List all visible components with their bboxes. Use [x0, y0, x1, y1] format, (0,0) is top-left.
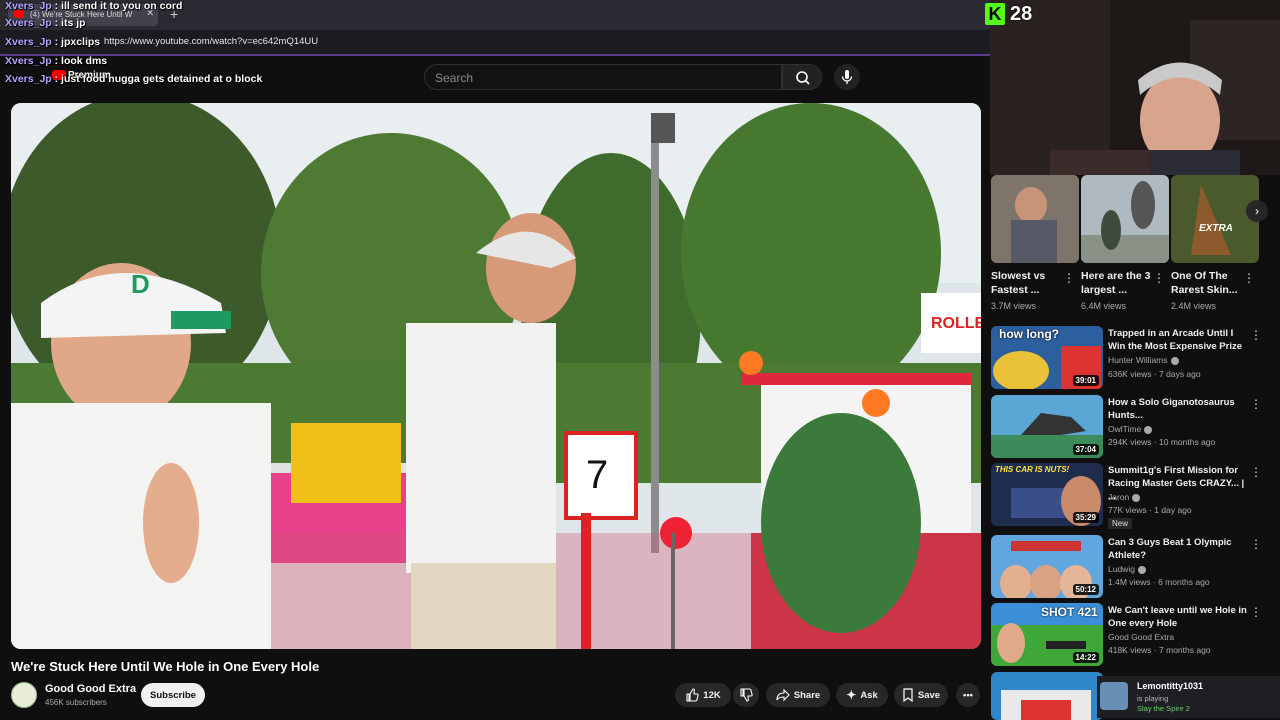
svg-text:D: D: [131, 269, 150, 299]
thumbs-down-icon: [740, 688, 753, 702]
video-thumbnail[interactable]: 37:04: [991, 395, 1103, 458]
video-meta: 418K views · 7 months ago: [1108, 645, 1211, 655]
search-input[interactable]: Search: [424, 64, 782, 90]
video-meta: 1.4M views · 6 months ago: [1108, 577, 1210, 587]
channel-name[interactable]: Hunter Williams: [1108, 355, 1179, 365]
viewer-count: 28: [1010, 3, 1033, 25]
video-duration: 37:04: [1072, 444, 1099, 455]
chat-message: Xvers_Jp : ill send it to you on cord: [5, 0, 183, 12]
video-meta: 636K views · 7 days ago: [1108, 369, 1201, 379]
share-button[interactable]: Share: [766, 683, 830, 707]
video-thumbnail[interactable]: [991, 672, 1103, 720]
url-text[interactable]: https://www.youtube.com/watch?v=ec642mQ1…: [104, 36, 318, 47]
chat-message: Xvers_Jp : look dms: [5, 55, 108, 67]
video-thumbnail[interactable]: THIS CAR IS NUTS! 35:29: [991, 463, 1103, 526]
webcam-image: [990, 0, 1280, 175]
short-views: 6.4M views: [1081, 301, 1127, 311]
game-cover-image: [1100, 682, 1128, 710]
save-button[interactable]: Save: [894, 683, 948, 707]
more-vertical-icon[interactable]: ⋮: [1250, 605, 1262, 619]
more-vertical-icon[interactable]: ⋮: [1250, 397, 1262, 411]
sparkle-icon: ✦: [846, 688, 857, 702]
webcam-feed: [990, 0, 1280, 175]
discord-status: is playing: [1137, 694, 1169, 703]
chat-message: Xvers_Jp : jpxclips: [5, 36, 101, 48]
channel-name[interactable]: Ludwig: [1108, 564, 1146, 574]
verified-icon: [1144, 425, 1153, 434]
hole-sign-number: 7: [586, 453, 608, 497]
voice-search-button[interactable]: [834, 64, 860, 90]
search-button[interactable]: [782, 64, 822, 90]
verified-icon: [1170, 356, 1179, 365]
short-thumbnail[interactable]: [991, 175, 1079, 263]
verified-icon: [1132, 493, 1141, 502]
short-thumbnail[interactable]: EXTRA: [1171, 175, 1259, 263]
video-frame: ROLLE COASTE D 7: [11, 103, 981, 649]
short-title[interactable]: Slowest vs Fastest ...: [991, 269, 1063, 297]
thumbnail-text: SHOT 421: [1041, 605, 1098, 619]
video-duration: 14:22: [1072, 652, 1099, 663]
video-thumbnail[interactable]: SHOT 421 14:22: [991, 603, 1103, 666]
discord-username: Lemontitty1031: [1137, 681, 1204, 691]
banner-text: ROLLE COASTE: [931, 315, 981, 332]
more-vertical-icon[interactable]: ⋮: [1250, 465, 1262, 479]
video-title: We're Stuck Here Until We Hole in One Ev…: [11, 659, 320, 674]
microphone-icon: [841, 70, 853, 84]
channel-avatar[interactable]: [11, 682, 37, 708]
channel-name[interactable]: Jaron: [1108, 492, 1141, 502]
like-button[interactable]: 12K: [675, 683, 731, 707]
more-vertical-icon[interactable]: ⋮: [1250, 328, 1262, 342]
subscriber-count: 456K subscribers: [45, 698, 107, 707]
thumbnail-text: how long?: [999, 327, 1059, 341]
thumbs-up-icon: [686, 688, 699, 702]
verified-icon: [1137, 565, 1146, 574]
chat-message: Xvers_Jp : its jp: [5, 17, 86, 29]
more-vertical-icon[interactable]: ⋮: [1153, 271, 1165, 285]
search-icon: [796, 71, 810, 85]
ask-button[interactable]: ✦ Ask: [836, 683, 888, 707]
kick-logo-icon: K: [985, 3, 1005, 25]
channel-name[interactable]: OwlTime: [1108, 424, 1153, 434]
video-title[interactable]: We Can't leave until we Hole in One ever…: [1108, 604, 1248, 630]
more-vertical-icon[interactable]: ⋮: [1243, 271, 1255, 285]
more-vertical-icon[interactable]: ⋮: [1250, 537, 1262, 551]
chevron-right-icon[interactable]: ›: [1246, 200, 1268, 222]
video-duration: 35:29: [1072, 512, 1099, 523]
bookmark-icon: [903, 688, 913, 702]
video-title[interactable]: Trapped in an Arcade Until I Win the Mos…: [1108, 327, 1248, 353]
video-thumbnail[interactable]: 50:12: [991, 535, 1103, 598]
more-actions-button[interactable]: •••: [956, 683, 980, 707]
short-title[interactable]: One Of The Rarest Skin...: [1171, 269, 1243, 297]
video-meta: 294K views · 10 months ago: [1108, 437, 1216, 447]
short-thumbnail[interactable]: [1081, 175, 1169, 263]
new-badge: New: [1108, 518, 1133, 529]
video-title[interactable]: Can 3 Guys Beat 1 Olympic Athlete?: [1108, 536, 1248, 562]
video-duration: 39:01: [1072, 375, 1099, 386]
share-icon: [776, 688, 790, 702]
short-title[interactable]: Here are the 3 largest ...: [1081, 269, 1153, 297]
discord-game: Slay the Spire 2: [1137, 704, 1190, 713]
subscribe-button[interactable]: Subscribe: [141, 683, 205, 707]
video-title[interactable]: How a Solo Giganotosaurus Hunts...: [1108, 396, 1248, 422]
channel-name[interactable]: Good Good Extra: [1108, 632, 1174, 642]
more-vertical-icon[interactable]: ⋮: [1063, 271, 1075, 285]
short-views: 2.4M views: [1171, 301, 1217, 311]
channel-name[interactable]: Good Good Extra: [45, 683, 136, 695]
chat-message: Xvers_Jp : just food nugga gets detained…: [5, 73, 263, 85]
more-horizontal-icon: •••: [963, 689, 973, 701]
video-duration: 50:12: [1072, 584, 1099, 595]
video-player[interactable]: ROLLE COASTE D 7: [11, 103, 981, 649]
short-views: 3.7M views: [991, 301, 1037, 311]
short-overlay-text: EXTRA: [1199, 223, 1233, 234]
video-meta: 77K views · 1 day ago: [1108, 505, 1192, 515]
video-thumbnail[interactable]: how long? 39:01: [991, 326, 1103, 389]
like-count: 12K: [703, 689, 721, 701]
dislike-button[interactable]: [733, 683, 759, 707]
thumbnail-text: THIS CAR IS NUTS!: [995, 465, 1070, 474]
